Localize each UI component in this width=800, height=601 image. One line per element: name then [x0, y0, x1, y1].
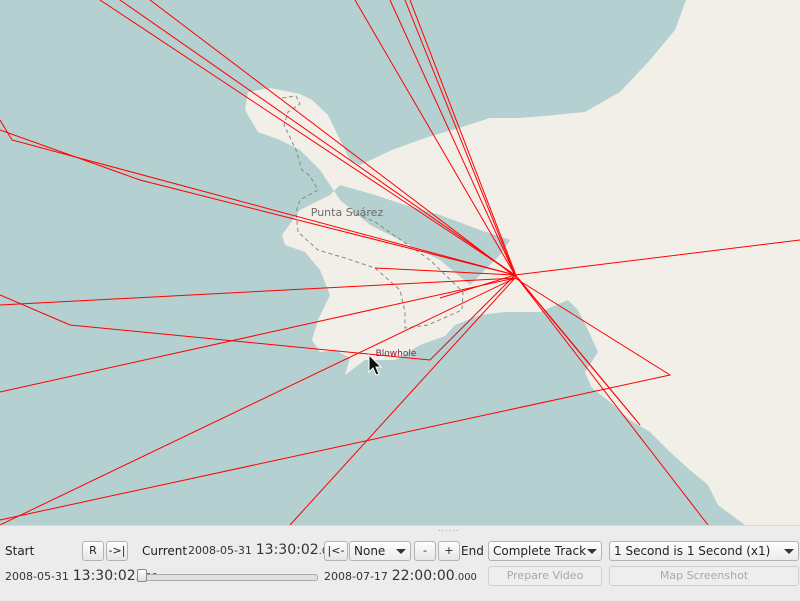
place-label-punta-suarez: Punta Suárez — [311, 206, 384, 219]
start-time-display: 2008-05-31 13:30:02.000 — [5, 568, 158, 584]
speed-mode-value: None — [354, 544, 386, 558]
prepare-video-button[interactable]: Prepare Video — [488, 566, 602, 586]
playback-controls-panel: ...... Start R ->| Current 2008-05-31 13… — [0, 525, 800, 601]
end-date: 2008-07-17 — [324, 570, 388, 583]
map-screenshot-button[interactable]: Map Screenshot — [609, 566, 799, 586]
end-label: End — [461, 544, 484, 558]
speed-mode-select[interactable]: None — [349, 541, 411, 561]
track-mode-value: Complete Track — [493, 544, 587, 558]
reset-button[interactable]: R — [82, 541, 104, 561]
start-time: 13:30:02 — [72, 568, 136, 584]
end-time: 22:00:00 — [391, 568, 455, 584]
chevron-down-icon — [784, 549, 794, 554]
timeline-slider-handle[interactable] — [137, 569, 147, 582]
start-date: 2008-05-31 — [5, 570, 69, 583]
jump-to-end-button[interactable]: ->| — [106, 541, 128, 561]
end-ms: .000 — [454, 572, 477, 583]
track-mode-select[interactable]: Complete Track — [488, 541, 602, 561]
start-label: Start — [5, 544, 35, 558]
chevron-down-icon — [396, 549, 406, 554]
time-scale-value: 1 Second is 1 Second (x1) — [614, 544, 771, 558]
decrease-button[interactable]: - — [414, 541, 436, 561]
timeline-slider[interactable] — [138, 574, 318, 581]
map-canvas[interactable]: Punta Suárez Blowhole — [0, 0, 800, 525]
jump-to-start-button[interactable]: |<- — [324, 541, 348, 561]
place-label-blowhole: Blowhole — [376, 349, 417, 359]
map-view[interactable]: Punta Suárez Blowhole — [0, 0, 800, 525]
end-time-display: 2008-07-17 22:00:00.000 — [324, 568, 477, 584]
current-label: Current — [142, 544, 188, 558]
current-date: 2008-05-31 — [188, 544, 252, 557]
increase-button[interactable]: + — [438, 541, 460, 561]
panel-resize-grip-icon[interactable]: ...... — [438, 525, 459, 533]
current-time-display: 2008-05-31 13:30:02.000 — [188, 542, 341, 558]
time-scale-select[interactable]: 1 Second is 1 Second (x1) — [609, 541, 799, 561]
chevron-down-icon — [587, 549, 597, 554]
current-time: 13:30:02 — [255, 542, 319, 558]
